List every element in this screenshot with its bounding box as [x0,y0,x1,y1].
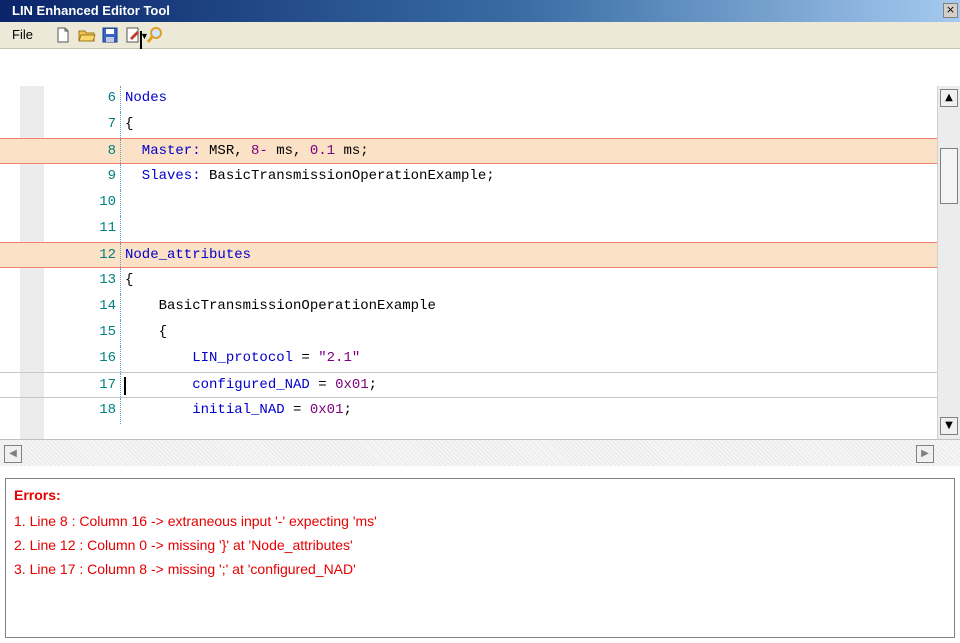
error-item: 3. Line 17 : Column 8 -> missing ';' at … [14,561,356,577]
code-text: Slaves: BasicTransmissionOperationExampl… [125,168,495,184]
gutter-separator [120,320,121,346]
code-token: configured_NAD [125,377,310,393]
code-line[interactable]: 18 initial_NAD = 0x01; [0,398,937,424]
code-token: = [293,350,319,366]
line-number: 15 [99,324,116,340]
code-line[interactable]: 14 BasicTransmissionOperationExample [0,294,937,320]
code-line[interactable]: 13 { [0,268,937,294]
line-number: 17 [99,377,116,393]
code-line[interactable]: 7{ [0,112,937,138]
gutter-separator [120,139,121,165]
gutter-separator [120,86,121,112]
code-token: { [125,272,134,288]
code-token: { [125,324,168,340]
code-token: = [284,402,310,418]
line-number: 18 [99,402,116,418]
code-text: Node_attributes [125,247,251,263]
code-token: "2.1" [318,350,361,366]
edit-document-icon[interactable] [124,26,142,44]
line-number: 11 [99,220,116,236]
code-token: Master: [125,143,210,159]
close-button[interactable]: × [943,3,958,18]
code-line[interactable]: 12 Node_attributes [0,242,937,269]
code-token: ms; [335,143,369,159]
gutter-separator [120,164,121,190]
code-line[interactable]: 16 LIN_protocol = "2.1" [0,346,937,372]
new-file-icon[interactable] [54,26,72,44]
line-number: 8 [107,143,116,159]
scroll-left-button[interactable]: ◀ [4,445,22,463]
open-folder-icon[interactable] [78,26,96,44]
gutter-separator [120,294,121,320]
error-panel [5,478,955,638]
vertical-scrollbar[interactable]: ▲ ▼ [937,86,960,439]
gutter-separator [120,346,121,372]
title-bar: LIN Enhanced Editor Tool × [0,0,960,22]
code-token: 0x01 [335,377,369,393]
code-text: configured_NAD = 0x01; [125,377,377,393]
code-text: BasicTransmissionOperationExample [125,298,436,314]
code-token: LIN_protocol [125,350,294,366]
code-token: 0x01 [309,402,344,418]
code-token: = [309,377,336,393]
code-editor[interactable]: 6 Nodes 7{8 Master: MSR, 8- ms, 0.1 ms; 9 S… [0,86,960,439]
find-icon[interactable] [146,26,164,44]
code-token: 8- [251,143,268,159]
code-token: ; [368,377,378,393]
code-text: { [125,272,133,288]
code-line[interactable]: 8 Master: MSR, 8- ms, 0.1 ms; [0,138,937,165]
code-token: BasicTransmissionOperationExample; [209,168,495,184]
save-icon[interactable] [101,26,119,44]
line-number: 7 [107,116,116,132]
code-token: BasicTransmissionOperationExample [125,298,436,314]
error-item: 2. Line 12 : Column 0 -> missing '}' at … [14,537,353,553]
line-number: 10 [99,194,116,210]
file-menu-label: File [12,27,33,42]
gutter-separator [120,243,121,269]
code-token: ; [343,402,352,418]
code-line[interactable]: 11 [0,216,937,242]
code-text: initial_NAD = 0x01; [125,402,352,418]
scroll-down-button[interactable]: ▼ [940,417,958,435]
gutter-separator [120,216,121,242]
code-text: { [125,116,133,132]
code-line[interactable]: 9 Slaves: BasicTransmissionOperationExam… [0,164,937,190]
line-number: 6 [107,90,116,106]
code-text: Master: MSR, 8- ms, 0.1 ms; [125,143,369,159]
code-token: ms, [267,143,310,159]
code-token: { [125,116,134,132]
code-line[interactable]: 6 Nodes [0,86,937,112]
scroll-right-button[interactable]: ▶ [916,445,934,463]
file-menu[interactable]: File ▼ [12,27,149,49]
code-token: initial_NAD [125,402,285,418]
code-line[interactable]: 15 { [0,320,937,346]
window-title: LIN Enhanced Editor Tool [12,3,170,18]
code-token: Nodes [125,90,168,106]
code-text: LIN_protocol = "2.1" [125,350,360,366]
code-token: Slaves: [125,168,210,184]
scrollbar-thumb[interactable] [940,148,958,204]
line-number: 13 [99,272,116,288]
code-token: Node_attributes [125,247,252,263]
errors-heading: Errors: [14,487,61,503]
gutter-separator [120,112,121,138]
toolbar: File ▼ [0,22,960,49]
code-text: { [125,324,167,340]
line-number: 14 [99,298,116,314]
code-line[interactable]: 10 [0,190,937,216]
code-line[interactable]: 17 configured_NAD = 0x01; [0,372,937,399]
horizontal-scrollbar[interactable]: ◀ ▶ [0,439,960,466]
line-number: 9 [107,168,116,184]
gutter-separator [120,398,121,424]
gutter-separator [120,268,121,294]
code-token: MSR, [209,143,252,159]
code-text: Nodes [125,90,167,106]
line-number: 16 [99,350,116,366]
gutter-separator [120,373,121,399]
code-token: 0.1 [309,143,336,159]
scroll-up-button[interactable]: ▲ [940,89,958,107]
gutter-separator [120,190,121,216]
error-item: 1. Line 8 : Column 16 -> extraneous inpu… [14,513,377,529]
line-number: 12 [99,247,116,263]
